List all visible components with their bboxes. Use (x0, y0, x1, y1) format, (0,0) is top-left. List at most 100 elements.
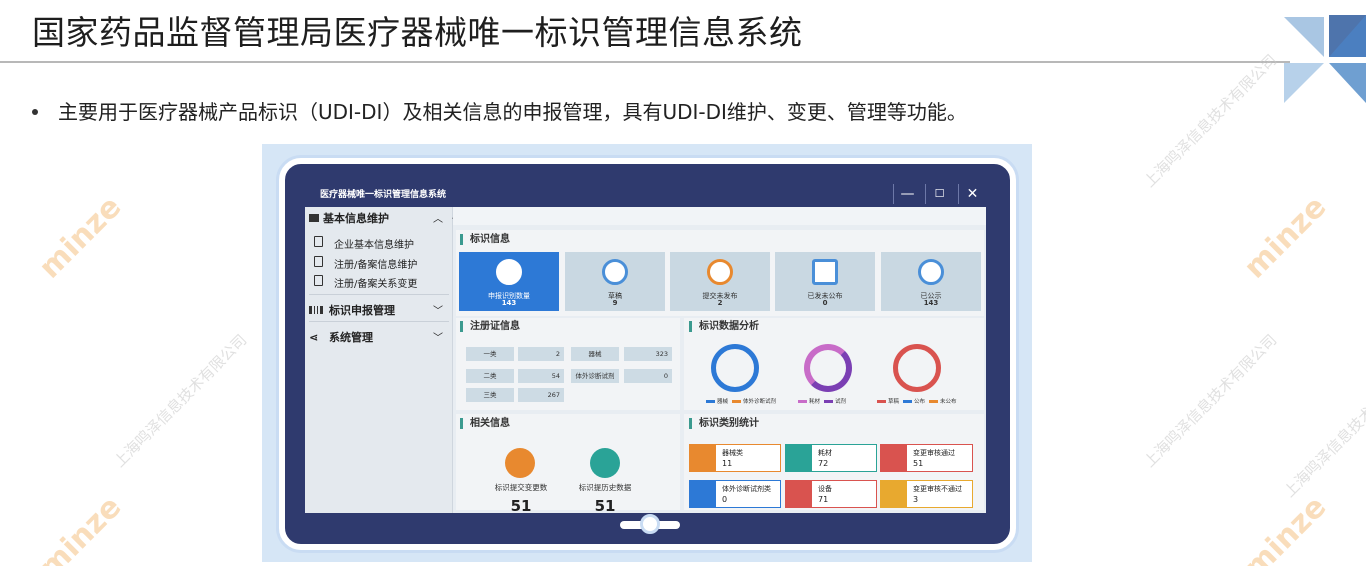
stat-ivd-category[interactable]: 体外诊断试剂类 0 (689, 480, 781, 508)
chevron-up-icon[interactable]: ︿ (433, 210, 443, 225)
tile-value: 143 (501, 299, 517, 307)
stat-change-approved[interactable]: 变更审核通过 51 (880, 444, 973, 472)
stat-device-category[interactable]: 器械类 11 (689, 444, 781, 472)
tile-value: 143 (923, 299, 939, 307)
tile-draft[interactable]: 草稿 9 (565, 252, 665, 311)
stat-value: 11 (722, 459, 733, 468)
bullet-dot (32, 108, 38, 115)
section-title-related: 相关信息 (460, 418, 510, 429)
reg-label-device: 器械 (571, 347, 619, 361)
chevron-down-icon[interactable]: ﹀ (433, 302, 443, 317)
main-toolbar (453, 207, 986, 225)
stat-label: 体外诊断试剂类 (722, 485, 771, 493)
legend-status: 草稿 公布 未公布 (873, 397, 957, 405)
reg-value-class3: 267 (518, 388, 564, 402)
reg-value-ivd: 0 (624, 369, 672, 383)
stethoscope-icon (690, 445, 716, 471)
related-history-data[interactable]: 标识提历史数据 51 (570, 482, 640, 515)
reg-label-class3: 三类 (466, 388, 514, 402)
sidebar-item-registration-change[interactable]: 注册/备案关系变更 (314, 275, 418, 290)
reg-value-class2: 54 (518, 369, 564, 383)
sidebar-group-declaration[interactable]: 标识申报管理 (309, 302, 395, 318)
stat-equipment[interactable]: 设备 71 (785, 480, 877, 508)
document-icon (314, 236, 323, 247)
stat-label: 设备 (818, 485, 832, 493)
sidebar-divider (309, 294, 449, 295)
window-title: 医疗器械唯一标识管理信息系统 (320, 190, 447, 200)
sidebar (305, 207, 453, 513)
tile-submitted-unpublished[interactable]: 提交未发布 2 (670, 252, 770, 311)
watermark-text: 上海鸣泽信息技术有限公司 (1140, 50, 1281, 191)
maximize-button[interactable]: ☐ (925, 184, 953, 204)
section-title-category: 标识类别统计 (689, 418, 759, 429)
tile-value: 9 (612, 299, 618, 307)
bullet-text: 主要用于医疗器械产品标识（UDI-DI）及相关信息的申报管理，具有UDI-DI维… (58, 100, 967, 124)
slide-title: 国家药品监督管理局医疗器械唯一标识管理信息系统 (32, 13, 803, 52)
watermark-text: 上海鸣泽信息技术有限公司 (1280, 360, 1366, 501)
pen-icon (690, 481, 716, 507)
watermark-logo: minze (1237, 489, 1334, 566)
sidebar-group-label: 基本信息维护 (323, 212, 389, 225)
tile-value: 0 (822, 299, 828, 307)
donut-chart-status (893, 344, 941, 392)
id-card-icon (496, 259, 522, 285)
sidebar-item-label: 注册/备案关系变更 (334, 279, 418, 290)
donut-chart-consumable (804, 344, 852, 392)
legend-device: 器械 体外诊断试剂 (702, 397, 776, 405)
watermark-text: 上海鸣泽信息技术有限公司 (110, 330, 251, 471)
stat-change-rejected[interactable]: 变更审核不通过 3 (880, 480, 973, 508)
reg-value-device: 323 (624, 347, 672, 361)
close-button[interactable]: ✕ (958, 184, 986, 204)
reg-label-ivd: 体外诊断试剂 (571, 369, 619, 383)
stat-value: 3 (913, 495, 919, 504)
stat-value: 71 (818, 495, 829, 504)
title-divider (0, 61, 1290, 63)
tile-announced[interactable]: 已公示 143 (881, 252, 981, 311)
sidebar-group-basic-info[interactable]: 基本信息维护 (309, 210, 389, 226)
clipboard-icon (881, 445, 907, 471)
stat-consumable[interactable]: 耗材 72 (785, 444, 877, 472)
watermark-logo: minze (32, 189, 129, 286)
related-value: 51 (594, 497, 616, 515)
briefcase-icon (707, 259, 733, 285)
related-label: 标识提交变更数 (494, 483, 548, 492)
chevron-down-icon[interactable]: ﹀ (433, 329, 443, 344)
related-value: 51 (510, 497, 532, 515)
clock-icon (590, 448, 620, 478)
minimize-button[interactable]: — (893, 184, 921, 204)
bullet-point: 主要用于医疗器械产品标识（UDI-DI）及相关信息的申报管理，具有UDI-DI维… (32, 96, 967, 125)
sidebar-item-company-info[interactable]: 企业基本信息维护 (314, 236, 414, 251)
bottle-icon (786, 481, 812, 507)
section-title-analysis: 标识数据分析 (689, 321, 759, 332)
folder-icon (309, 214, 319, 222)
related-submitted-changes[interactable]: 标识提交变更数 51 (486, 482, 556, 515)
sidebar-divider (309, 321, 449, 322)
section-title-identity: 标识信息 (460, 234, 510, 245)
syringe-icon (786, 445, 812, 471)
inbox-icon (505, 448, 535, 478)
tile-value: 2 (717, 299, 723, 307)
sidebar-group-system[interactable]: ⋖ 系统管理 (309, 329, 373, 345)
related-label: 标识提历史数据 (578, 483, 632, 492)
barcode-icon (309, 306, 323, 314)
monitor-stand-knob (640, 514, 660, 534)
corner-logo-icon (1284, 15, 1366, 103)
legend-consumable: 耗材 试剂 (794, 397, 846, 405)
document-icon (812, 259, 838, 285)
sidebar-item-registration-info[interactable]: 注册/备案信息维护 (314, 256, 418, 271)
stat-value: 72 (818, 459, 829, 468)
tile-released-unannounced[interactable]: 已发未公布 0 (775, 252, 875, 311)
donut-chart-device (711, 344, 759, 392)
tile-declared-count[interactable]: 申报识别数量 143 (459, 252, 559, 311)
watermark-logo: minze (1237, 189, 1334, 286)
stat-label: 耗材 (818, 449, 832, 457)
reg-value-class1: 2 (518, 347, 564, 361)
sidebar-item-label: 注册/备案信息维护 (334, 260, 418, 271)
stat-value: 51 (913, 459, 924, 468)
reg-label-class2: 二类 (466, 369, 514, 383)
watermark-text: 上海鸣泽信息技术有限公司 (1140, 330, 1281, 471)
stat-label: 变更审核不通过 (913, 485, 962, 493)
stat-label: 变更审核通过 (913, 449, 955, 457)
sidebar-item-label: 企业基本信息维护 (334, 240, 414, 251)
stat-label: 器械类 (722, 449, 743, 457)
